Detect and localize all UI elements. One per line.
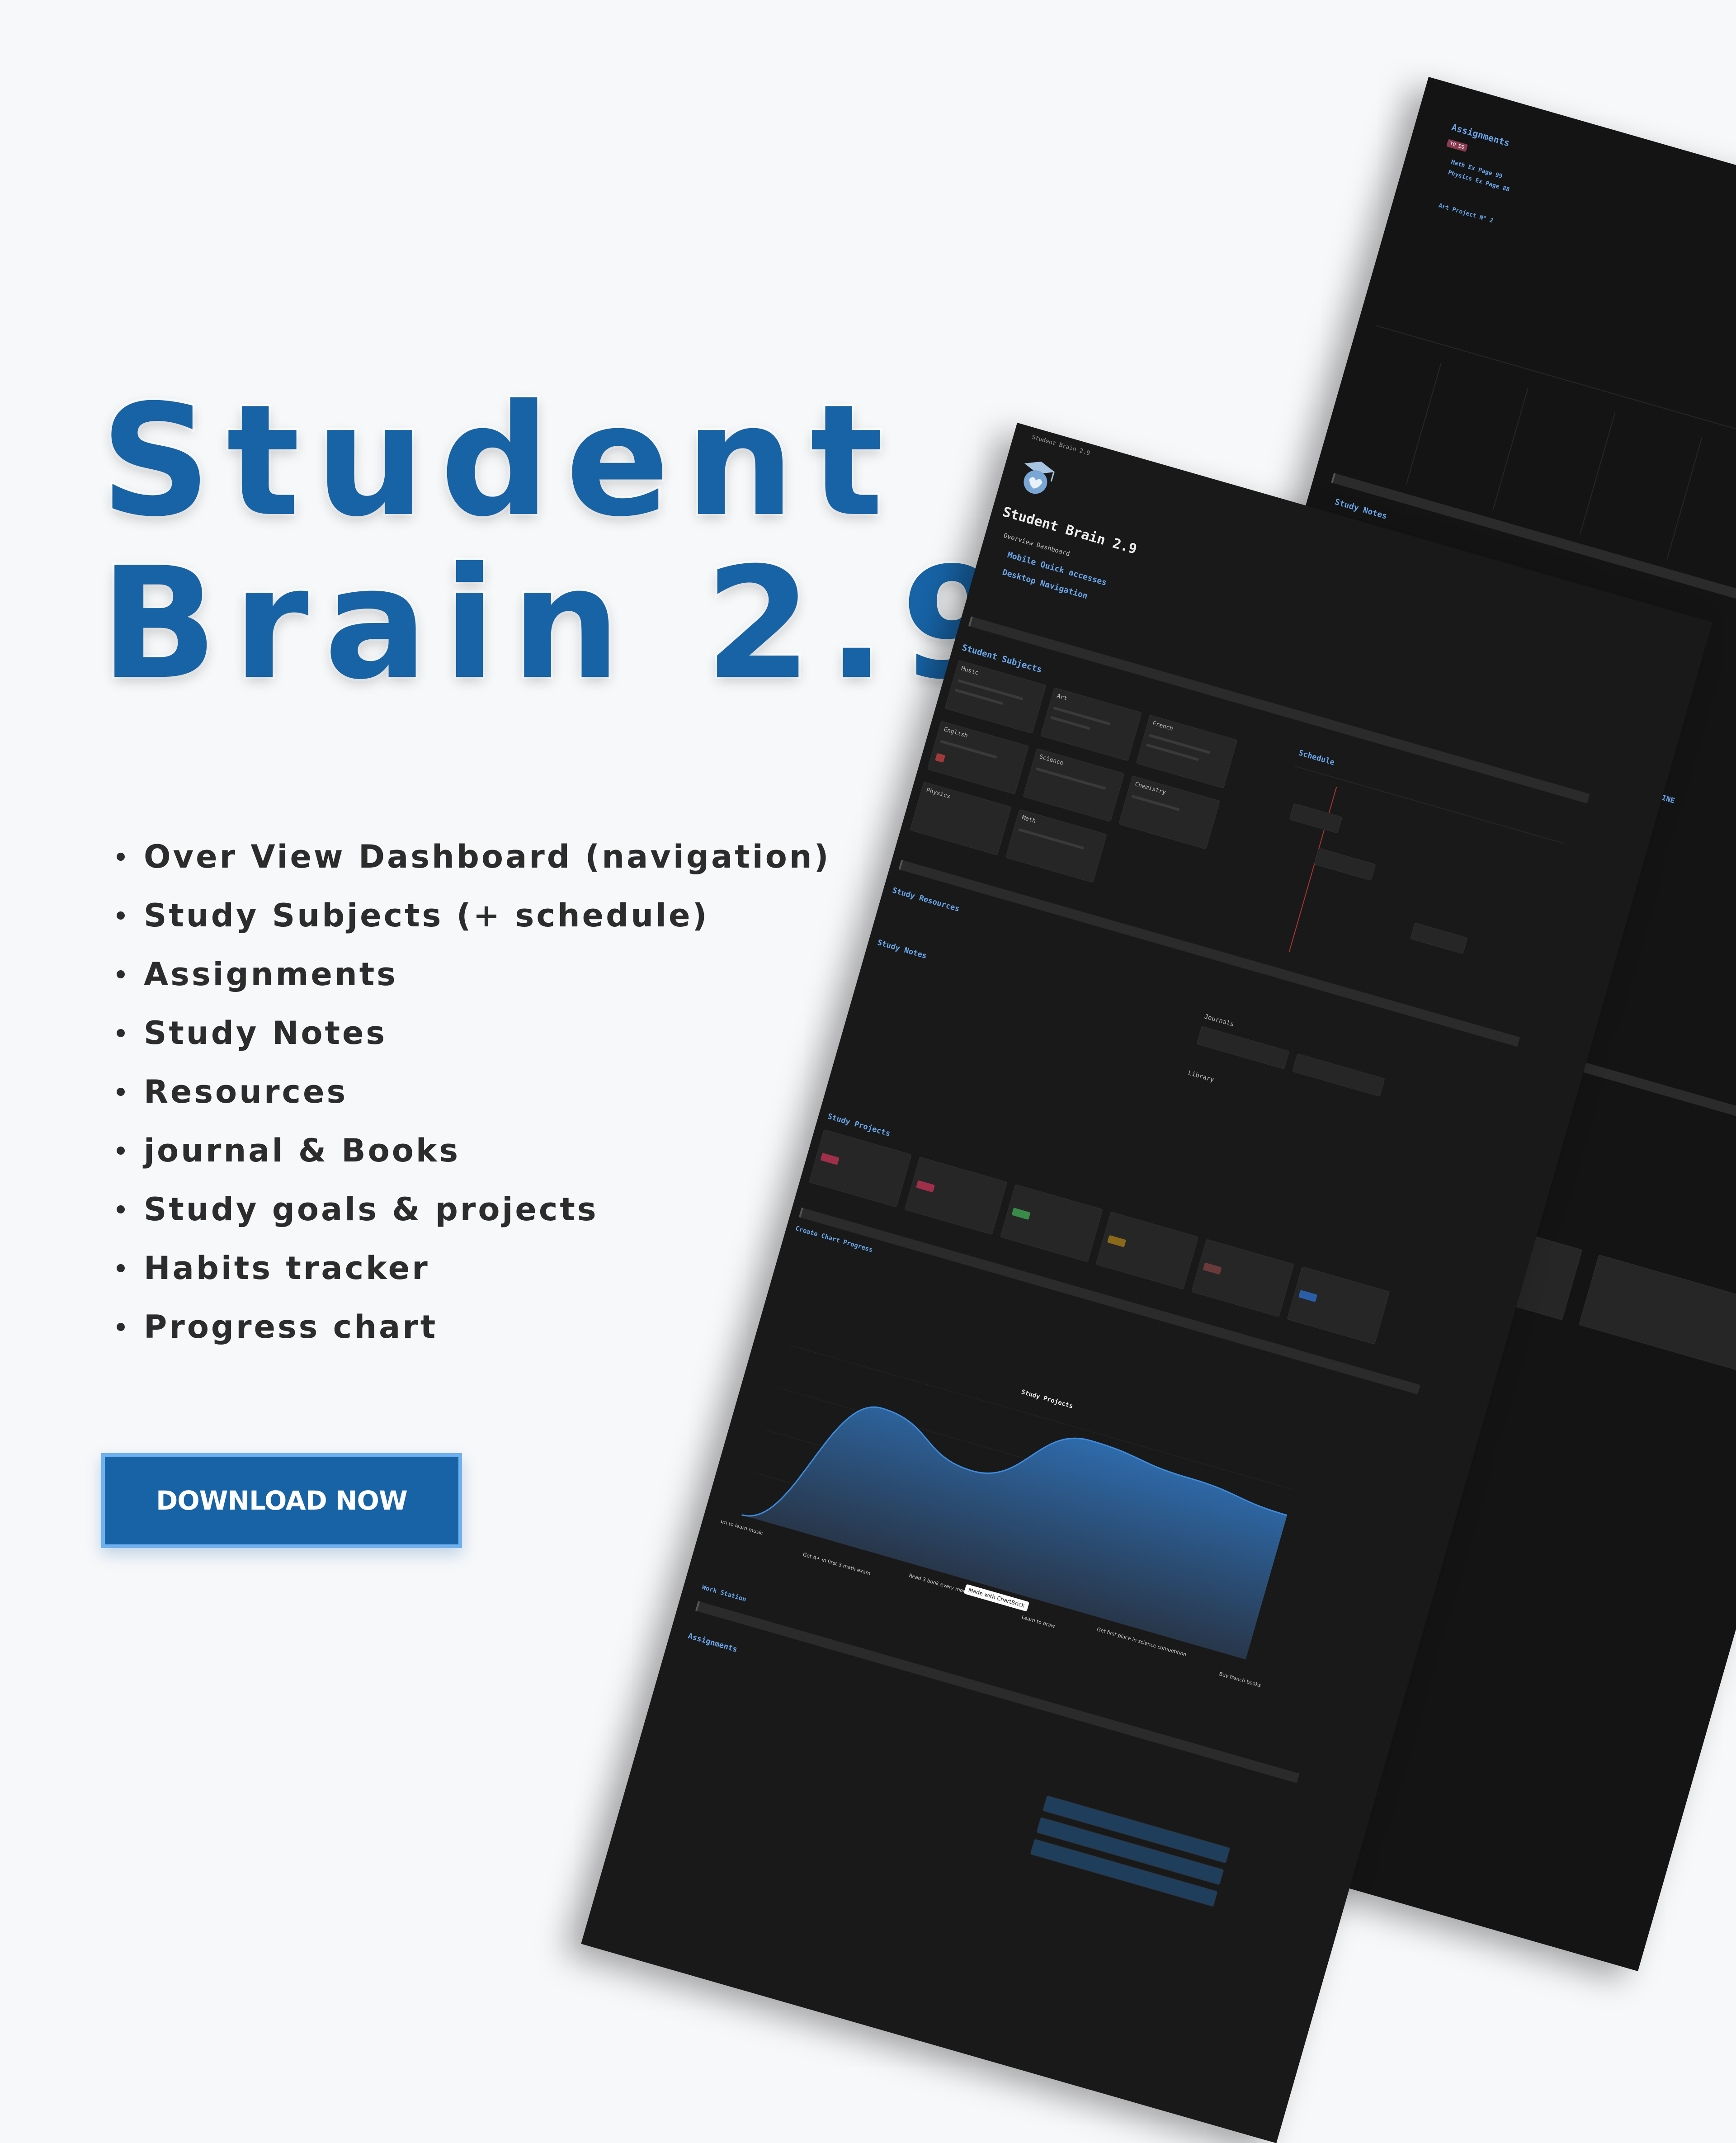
feature-list: Over View Dashboard (navigation) Study S… — [117, 827, 831, 1356]
timeline-grid — [1492, 387, 1529, 510]
chart-x-tick-label: Learn to learn music — [713, 1516, 764, 1536]
chart-x-tick-label: Buy french books — [1218, 1671, 1262, 1689]
bullet-icon — [117, 911, 125, 920]
chart-x-tick-label: Learn to draw — [1021, 1614, 1056, 1629]
feature-item: journal & Books — [117, 1121, 831, 1180]
project-card[interactable] — [1000, 1184, 1103, 1262]
timeline-grid — [1580, 412, 1616, 534]
journals-heading: Journals — [1203, 1013, 1235, 1029]
subject-card-physics[interactable]: Physics — [910, 781, 1012, 856]
bullet-icon — [117, 1147, 125, 1155]
work-station-heading: Work Station — [701, 1583, 747, 1604]
project-card[interactable] — [1095, 1211, 1199, 1290]
feature-item: Habits tracker — [117, 1239, 831, 1298]
bullet-icon — [117, 1323, 125, 1331]
bullet-icon — [117, 1205, 125, 1213]
schedule-block — [1410, 922, 1468, 954]
schedule-block — [1289, 803, 1343, 834]
feature-item: Study goals & projects — [117, 1180, 831, 1239]
subject-card-english[interactable]: English — [927, 721, 1029, 795]
timeline-grid — [1666, 437, 1703, 559]
window-title: Student Brain 2.9 — [1031, 434, 1091, 457]
assignment-item: Art Project N° 2 — [1438, 202, 1494, 225]
project-card[interactable] — [904, 1156, 1008, 1235]
progress-area-chart: Learn to learn music Get A+ in first 3 ma… — [713, 1345, 1295, 1689]
subject-card-art[interactable]: Art — [1040, 687, 1142, 761]
chart-area-series — [741, 1407, 1288, 1660]
timeline-divider — [1376, 325, 1736, 513]
feature-item: Study Notes — [117, 1004, 831, 1062]
study-notes-heading: Study Notes — [876, 938, 928, 961]
bullet-icon — [117, 1088, 125, 1096]
to-do-badge: TO DO — [1446, 139, 1468, 152]
feature-item: Resources — [117, 1062, 831, 1121]
feature-item: Progress chart — [117, 1298, 831, 1356]
bullet-icon — [117, 1029, 125, 1037]
subject-card-chemistry[interactable]: Chemistry — [1118, 775, 1220, 850]
library-heading: Library — [1187, 1069, 1215, 1084]
chart-x-tick-label: Get A+ in first 3 math exam — [802, 1552, 871, 1577]
feature-item: Over View Dashboard (navigation) — [117, 827, 831, 886]
progress-chart: Study Projects Learn to learn music Get A… — [713, 1323, 1326, 1706]
study-resources-heading: Study Resources — [891, 886, 961, 914]
schedule-block — [1314, 848, 1376, 881]
feature-item: Assignments — [117, 945, 831, 1004]
subject-card-math[interactable]: Math — [1005, 809, 1107, 883]
timeline-grid — [1406, 362, 1442, 485]
page-title: Student Brain 2.9 — [1000, 504, 1139, 557]
journal-card — [1292, 1053, 1385, 1097]
bullet-icon — [117, 853, 125, 861]
hero-title-line-1: Student — [98, 372, 899, 551]
schedule-heading: Schedule — [1297, 748, 1336, 768]
project-card[interactable] — [1191, 1239, 1294, 1317]
bullet-icon — [117, 1264, 125, 1272]
feature-item: Study Subjects (+ schedule) — [117, 886, 831, 945]
bullet-icon — [117, 970, 125, 978]
project-card[interactable] — [1287, 1266, 1390, 1345]
subject-card-french[interactable]: French — [1136, 714, 1238, 789]
hero-title-line-2: Brain 2.9 — [98, 534, 1024, 713]
journal-card — [1196, 1026, 1290, 1070]
project-card[interactable] — [809, 1129, 912, 1208]
assignments-heading: Assignments — [687, 1631, 739, 1654]
subject-card-science[interactable]: Science — [1023, 748, 1125, 822]
brain-graduation-logo-icon — [1024, 462, 1055, 494]
download-now-button[interactable]: DOWNLOAD NOW — [101, 1453, 462, 1548]
habit-card — [1578, 1254, 1736, 1375]
